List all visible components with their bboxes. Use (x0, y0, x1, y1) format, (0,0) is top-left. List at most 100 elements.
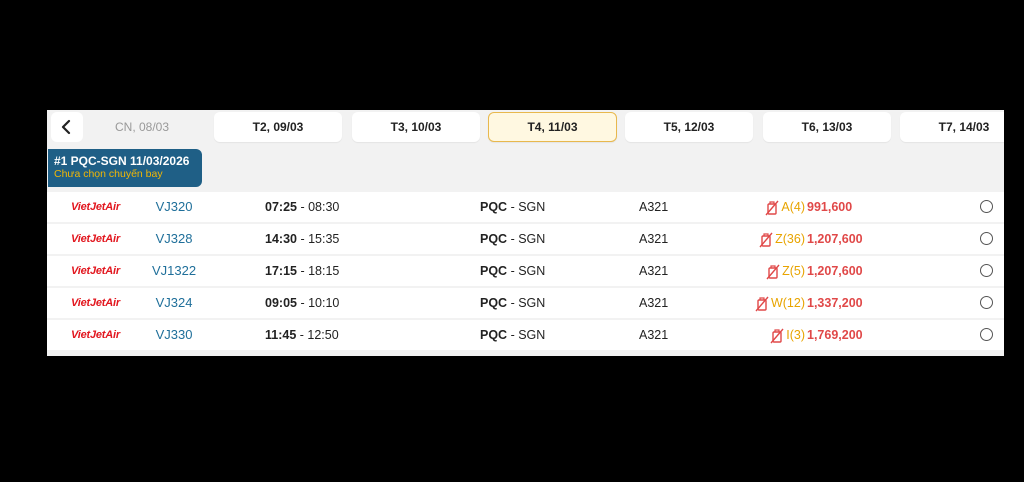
fare-price: 991,600 (807, 200, 853, 214)
time-separator: - (296, 232, 309, 246)
fare-class-label: W(12) (770, 296, 805, 310)
no-checked-baggage-icon (755, 296, 769, 312)
flight-route: PQC - SGN (480, 320, 545, 350)
route-separator: - (507, 296, 519, 310)
origin-code: PQC (480, 264, 508, 278)
fare-class-label: A(4) (781, 200, 805, 214)
flight-selection-panel: CN, 08/03 T2, 09/03 T3, 10/03 T4, 11/03 … (47, 110, 1004, 356)
airline-logo: VietJetAir (71, 233, 120, 245)
fare-class: Z(5) (737, 256, 805, 286)
aircraft-type: A321 (639, 232, 669, 246)
origin-code: PQC (480, 328, 508, 342)
flight-time: 07:25 - 08:30 (265, 192, 339, 222)
date-tab[interactable]: T5, 12/03 (625, 112, 753, 142)
leg-selector[interactable]: #1 PQC-SGN 11/03/2026 Chưa chọn chuyến b… (48, 149, 202, 187)
arrive-time: 08:30 (308, 200, 340, 214)
flight-number: VJ320 (155, 199, 193, 214)
fare-class-label: Z(36) (775, 232, 805, 246)
date-tab[interactable]: T6, 13/03 (763, 112, 891, 142)
aircraft-type: A321 (639, 264, 669, 278)
fare-class: Z(36) (737, 224, 805, 254)
flight-time: 11:45 - 12:50 (265, 320, 339, 350)
flight-row[interactable]: VietJetAir VJ324 09:05 - 10:10 PQC - SGN… (47, 288, 1004, 318)
date-tab-selected[interactable]: T4, 11/03 (488, 112, 617, 142)
depart-time: 07:25 (265, 200, 297, 214)
origin-code: PQC (480, 232, 508, 246)
flight-row[interactable]: VietJetAir VJ320 07:25 - 08:30 PQC - SGN… (47, 192, 1004, 222)
flight-route: PQC - SGN (480, 224, 545, 254)
time-separator: - (296, 328, 308, 342)
date-tab[interactable]: T3, 10/03 (352, 112, 480, 142)
flight-number: VJ330 (155, 327, 193, 342)
route-separator: - (507, 328, 519, 342)
depart-time: 17:15 (265, 264, 297, 278)
leg-title: #1 PQC-SGN 11/03/2026 (54, 154, 190, 168)
fare-class-label: Z(5) (782, 264, 805, 278)
flight-time: 09:05 - 10:10 (265, 288, 339, 318)
date-tab-past: CN, 08/03 (114, 120, 170, 134)
leg-status: Chưa chọn chuyến bay (54, 168, 163, 180)
time-separator: - (296, 296, 309, 310)
depart-time: 09:05 (265, 296, 297, 310)
radio-button-icon[interactable] (980, 264, 993, 277)
airline-logo: VietJetAir (71, 201, 120, 213)
route-separator: - (507, 264, 519, 278)
destination-code: SGN (518, 328, 546, 342)
back-button[interactable] (51, 112, 83, 142)
no-checked-baggage-icon (766, 264, 780, 280)
flight-number: VJ328 (155, 231, 193, 246)
flight-route: PQC - SGN (480, 288, 545, 318)
no-checked-baggage-icon (765, 200, 779, 216)
fare-price: 1,769,200 (807, 328, 863, 342)
no-checked-baggage-icon (770, 328, 784, 344)
time-separator: - (296, 200, 309, 214)
no-checked-baggage-icon (759, 232, 773, 248)
flight-row[interactable]: VietJetAir VJ328 14:30 - 15:35 PQC - SGN… (47, 224, 1004, 254)
time-separator: - (296, 264, 309, 278)
destination-code: SGN (518, 296, 546, 310)
fare-price: 1,337,200 (807, 296, 863, 310)
chevron-left-icon (61, 119, 71, 135)
radio-button-icon[interactable] (980, 200, 993, 213)
depart-time: 14:30 (265, 232, 297, 246)
leg-bar: #1 PQC-SGN 11/03/2026 Chưa chọn chuyến b… (47, 148, 1004, 190)
radio-button-icon[interactable] (980, 296, 993, 309)
aircraft-type: A321 (639, 200, 669, 214)
fare-price: 1,207,600 (807, 232, 863, 246)
flight-number: VJ324 (155, 295, 193, 310)
arrive-time: 12:50 (307, 328, 339, 342)
aircraft-type: A321 (639, 328, 669, 342)
flight-row[interactable]: VietJetAir VJ1322 17:15 - 18:15 PQC - SG… (47, 256, 1004, 286)
depart-time: 11:45 (265, 328, 297, 342)
date-tab[interactable]: T2, 09/03 (214, 112, 342, 142)
flight-time: 17:15 - 18:15 (265, 256, 339, 286)
arrive-time: 15:35 (308, 232, 340, 246)
flight-route: PQC - SGN (480, 256, 545, 286)
airline-logo: VietJetAir (71, 265, 120, 277)
airline-logo: VietJetAir (71, 329, 120, 341)
fare-class: I(3) (737, 320, 805, 350)
flight-row[interactable]: VietJetAir VJ330 11:45 - 12:50 PQC - SGN… (47, 320, 1004, 350)
origin-code: PQC (480, 200, 508, 214)
fare-class-label: I(3) (786, 328, 805, 342)
flight-time: 14:30 - 15:35 (265, 224, 339, 254)
airline-logo: VietJetAir (71, 297, 120, 309)
fare-class: W(12) (737, 288, 805, 318)
aircraft-type: A321 (639, 296, 669, 310)
route-separator: - (507, 200, 519, 214)
radio-button-icon[interactable] (980, 232, 993, 245)
flight-list: VietJetAir VJ320 07:25 - 08:30 PQC - SGN… (47, 192, 1004, 352)
fare-class: A(4) (737, 192, 805, 222)
arrive-time: 10:10 (308, 296, 340, 310)
flight-number: VJ1322 (151, 263, 197, 278)
date-tab[interactable]: T7, 14/03 (900, 112, 1004, 142)
fare-price: 1,207,600 (807, 264, 863, 278)
radio-button-icon[interactable] (980, 328, 993, 341)
destination-code: SGN (518, 232, 546, 246)
destination-code: SGN (518, 264, 546, 278)
flight-route: PQC - SGN (480, 192, 545, 222)
destination-code: SGN (518, 200, 546, 214)
origin-code: PQC (480, 296, 508, 310)
arrive-time: 18:15 (308, 264, 340, 278)
date-tab-bar: CN, 08/03 T2, 09/03 T3, 10/03 T4, 11/03 … (47, 110, 1004, 148)
